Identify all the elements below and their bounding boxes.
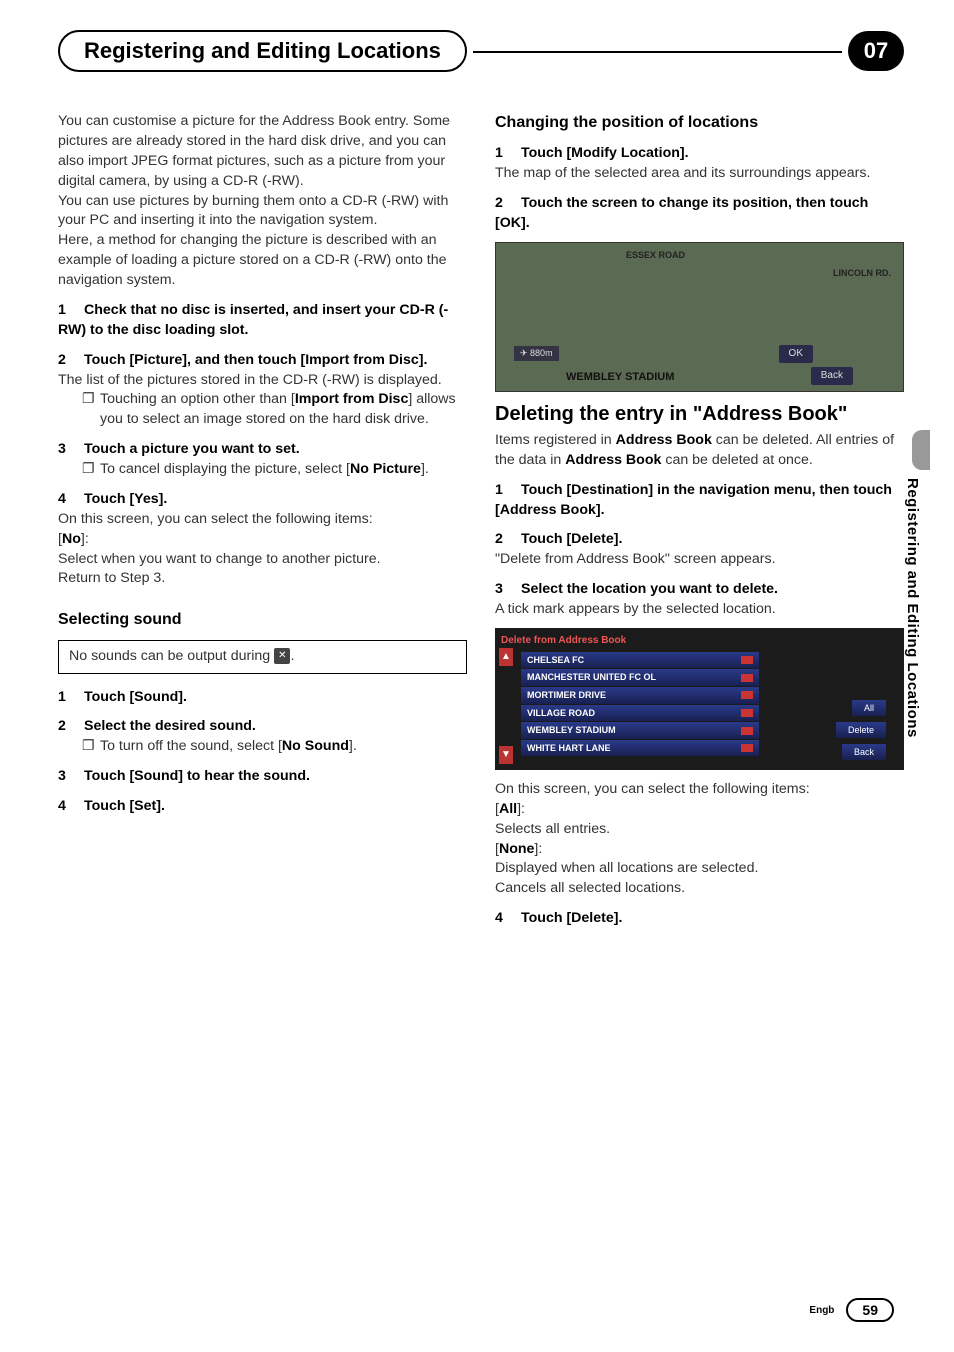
flag-icon: [741, 709, 753, 717]
bullet-item: ❐ To turn off the sound, select [No Soun…: [82, 737, 467, 757]
flag-icon: [741, 744, 753, 752]
all-button[interactable]: All: [852, 700, 886, 717]
side-tab: Registering and Editing Locations: [904, 430, 924, 738]
sound-step-1: 1Touch [Sound].: [58, 688, 467, 708]
step-1: 1Check that no disc is inserted, and ins…: [58, 301, 467, 341]
flag-icon: [741, 674, 753, 682]
left-column: You can customise a picture for the Addr…: [58, 112, 467, 929]
bullet-item: ❐ Touching an option other than [Import …: [82, 390, 467, 430]
changing-position-heading: Changing the position of locations: [495, 112, 904, 134]
sound-step-3: 3Touch [Sound] to hear the sound.: [58, 767, 467, 787]
flag-icon: [741, 727, 753, 735]
delete-intro: Items registered in Address Book can be …: [495, 431, 904, 471]
change-step-1: 1Touch [Modify Location].: [495, 144, 904, 164]
side-tab-text: Registering and Editing Locations: [904, 478, 921, 738]
language-code: Engb: [809, 1305, 834, 1316]
option-none-desc2: Cancels all selected locations.: [495, 879, 904, 899]
list-item[interactable]: MORTIMER DRIVE: [521, 687, 759, 704]
back-button[interactable]: Back: [842, 744, 886, 761]
delete-step-3: 3Select the location you want to delete.: [495, 580, 904, 600]
step-4-desc: On this screen, you can select the follo…: [58, 510, 467, 530]
list-item[interactable]: WHITE HART LANE: [521, 740, 759, 757]
selecting-sound-heading: Selecting sound: [58, 609, 467, 631]
step-2-desc: The list of the pictures stored in the C…: [58, 371, 467, 391]
change-step-2: 2Touch the screen to change its position…: [495, 194, 904, 234]
map-screenshot: ESSEX ROAD LINCOLN RD. ✈ 880m WEMBLEY ST…: [495, 242, 904, 392]
bullet-icon: ❐: [82, 390, 100, 430]
page-header: Registering and Editing Locations 07: [58, 30, 904, 72]
page-title: Registering and Editing Locations: [58, 30, 467, 72]
intro-text: Here, a method for changing the picture …: [58, 231, 467, 291]
list-item[interactable]: VILLAGE ROAD: [521, 705, 759, 722]
scroll-up-icon[interactable]: ▲: [499, 648, 513, 666]
bullet-item: ❐ To cancel displaying the picture, sele…: [82, 460, 467, 480]
delete-step-4: 4Touch [Delete].: [495, 909, 904, 929]
mute-icon: ✕: [274, 648, 290, 664]
map-location-label: WEMBLEY STADIUM: [566, 370, 674, 385]
flag-icon: [741, 691, 753, 699]
intro-text: You can customise a picture for the Addr…: [58, 112, 467, 192]
map-back-button[interactable]: Back: [811, 367, 853, 385]
option-all: [All]:: [495, 800, 904, 820]
map-scale: ✈ 880m: [514, 346, 559, 361]
scroll-down-icon[interactable]: ▼: [499, 746, 513, 764]
map-road-label: ESSEX ROAD: [626, 249, 685, 262]
chapter-number-badge: 07: [848, 31, 904, 71]
sound-note-box: No sounds can be output during ✕.: [58, 640, 467, 674]
list-item[interactable]: MANCHESTER UNITED FC OL: [521, 669, 759, 686]
side-tab-accent: [912, 430, 930, 470]
page-footer: Engb 59: [809, 1298, 894, 1322]
option-no-desc: Select when you want to change to anothe…: [58, 550, 467, 570]
option-no: [No]:: [58, 530, 467, 550]
bullet-icon: ❐: [82, 460, 100, 480]
bullet-icon: ❐: [82, 737, 100, 757]
flag-icon: [741, 656, 753, 664]
delete-step-1: 1Touch [Destination] in the navigation m…: [495, 481, 904, 521]
step-4: 4Touch [Yes].: [58, 490, 467, 510]
page-number: 59: [846, 1298, 894, 1322]
change-step-1-desc: The map of the selected area and its sur…: [495, 164, 904, 184]
header-rule: [473, 51, 842, 53]
step-3: 3Touch a picture you want to set.: [58, 440, 467, 460]
delete-step-2: 2Touch [Delete].: [495, 530, 904, 550]
sound-step-2: 2Select the desired sound.: [58, 717, 467, 737]
list-after-text: On this screen, you can select the follo…: [495, 780, 904, 800]
sound-step-4: 4Touch [Set].: [58, 797, 467, 817]
list-item[interactable]: CHELSEA FC: [521, 652, 759, 669]
delete-step-2-desc: "Delete from Address Book" screen appear…: [495, 550, 904, 570]
option-no-return: Return to Step 3.: [58, 569, 467, 589]
list-item[interactable]: WEMBLEY STADIUM: [521, 722, 759, 739]
right-column: Changing the position of locations 1Touc…: [495, 112, 904, 929]
delete-list-title: Delete from Address Book: [501, 634, 898, 648]
step-2: 2Touch [Picture], and then touch [Import…: [58, 351, 467, 371]
option-none: [None]:: [495, 840, 904, 860]
map-road-label: LINCOLN RD.: [833, 267, 891, 280]
option-none-desc: Displayed when all locations are selecte…: [495, 859, 904, 879]
option-all-desc: Selects all entries.: [495, 820, 904, 840]
delete-button[interactable]: Delete: [836, 722, 886, 739]
deleting-entry-heading: Deleting the entry in "Address Book": [495, 402, 904, 427]
intro-text: You can use pictures by burning them ont…: [58, 192, 467, 232]
delete-list-screenshot: Delete from Address Book ▲ ▼ CHELSEA FC …: [495, 628, 904, 770]
map-ok-button[interactable]: OK: [779, 345, 813, 363]
delete-step-3-desc: A tick mark appears by the selected loca…: [495, 600, 904, 620]
